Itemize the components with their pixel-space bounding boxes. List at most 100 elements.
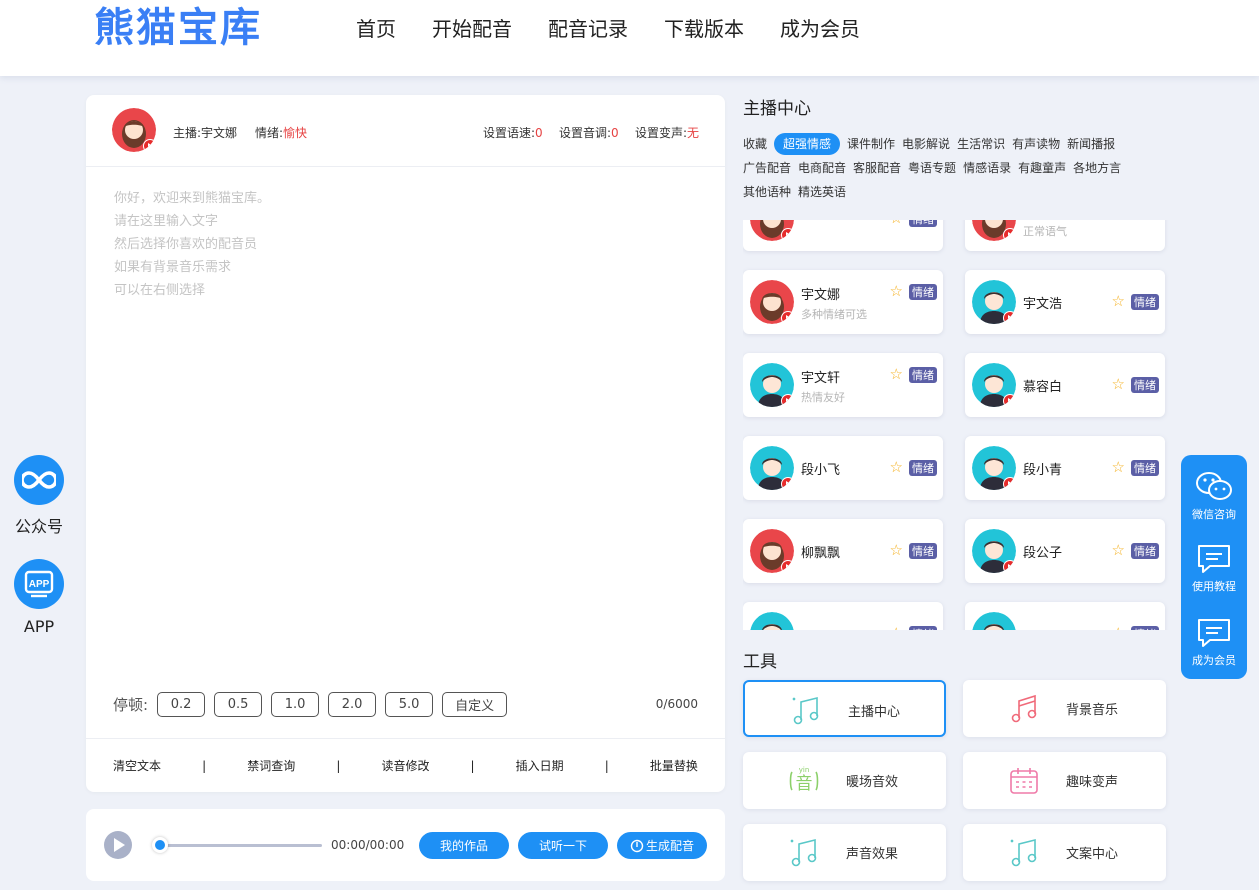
star-icon[interactable]: ☆ [890, 284, 903, 299]
anchor-avatar[interactable] [750, 529, 794, 573]
play-icon[interactable] [143, 139, 156, 152]
pause-1-0-button[interactable]: 1.0 [271, 692, 320, 717]
tool-sound-effects[interactable]: 声音效果 [743, 824, 946, 881]
category-other-languages[interactable]: 其他语种 [743, 180, 791, 204]
app-button[interactable]: APP APP [0, 559, 78, 636]
nav-home[interactable]: 首页 [356, 16, 396, 42]
my-works-button[interactable]: 我的作品 [419, 832, 509, 859]
category-favorites[interactable]: 收藏 [743, 132, 767, 156]
pause-0-2-button[interactable]: 0.2 [157, 692, 206, 717]
pause-custom-button[interactable]: 自定义 [442, 692, 508, 717]
play-icon[interactable] [781, 560, 794, 573]
star-icon[interactable]: ☆ [1112, 460, 1125, 475]
category-customer-service[interactable]: 客服配音 [853, 156, 901, 180]
pause-2-0-button[interactable]: 2.0 [328, 692, 377, 717]
star-icon[interactable]: ☆ [890, 220, 903, 226]
anchor-card[interactable]: 正常语气 [965, 220, 1165, 251]
tutorial-button[interactable]: 使用教程 [1181, 543, 1247, 594]
progress-track[interactable] [158, 844, 322, 847]
logo[interactable]: 熊猫宝库 [94, 2, 262, 54]
play-icon[interactable] [1003, 228, 1016, 241]
anchor-card[interactable]: 宇文娜 多种情绪可选 ☆ 情绪 [743, 270, 943, 334]
anchor-avatar[interactable] [972, 280, 1016, 324]
anchor-card[interactable]: ☆ 情绪 [743, 602, 943, 630]
anchor-avatar[interactable] [972, 612, 1016, 630]
tool-copywriting-center[interactable]: 文案中心 [963, 824, 1166, 881]
star-icon[interactable]: ☆ [1112, 626, 1125, 631]
anchor-card[interactable]: 宇文浩 ☆ 情绪 [965, 270, 1165, 334]
play-icon[interactable] [781, 477, 794, 490]
generate-button[interactable]: 生成配音 [617, 832, 707, 859]
anchor-avatar[interactable] [750, 612, 794, 630]
anchor-card[interactable]: 段小飞 ☆ 情绪 [743, 436, 943, 500]
category-super-emotion[interactable]: 超强情感 [774, 133, 841, 155]
category-cantonese[interactable]: 粤语专题 [908, 156, 956, 180]
star-icon[interactable]: ☆ [890, 626, 903, 631]
insert-date-button[interactable]: 插入日期 [516, 757, 564, 774]
category-child-voice[interactable]: 有趣童声 [1018, 156, 1066, 180]
anchor-card[interactable]: 慕容白 ☆ 情绪 [965, 353, 1165, 417]
category-movie-commentary[interactable]: 电影解说 [902, 132, 950, 156]
anchor-avatar[interactable] [972, 220, 1016, 241]
become-member-button[interactable]: 成为会员 [1181, 617, 1247, 668]
tool-anchor-center[interactable]: 主播中心 [743, 680, 946, 737]
voice-change-setting[interactable]: 设置变声:无 [635, 124, 699, 141]
nav-download[interactable]: 下载版本 [664, 16, 744, 42]
category-audiobook[interactable]: 有声读物 [1012, 132, 1060, 156]
play-icon[interactable] [781, 311, 794, 324]
tool-background-music[interactable]: 背景音乐 [963, 680, 1166, 737]
text-input-area[interactable]: 你好，欢迎来到熊猫宝库。 请在这里输入文字 然后选择你喜欢的配音员 如果有背景音… [114, 187, 270, 302]
batch-replace-button[interactable]: 批量替换 [650, 757, 698, 774]
star-icon[interactable]: ☆ [1112, 543, 1125, 558]
anchor-avatar[interactable] [972, 363, 1016, 407]
anchor-card[interactable]: 柳飘飘 ☆ 情绪 [743, 519, 943, 583]
pitch-setting[interactable]: 设置音调:0 [559, 124, 619, 141]
anchor-avatar[interactable] [972, 529, 1016, 573]
anchor-card[interactable]: 段公子 ☆ 情绪 [965, 519, 1165, 583]
banned-words-button[interactable]: 禁词查询 [247, 757, 295, 774]
nav-start-dubbing[interactable]: 开始配音 [432, 16, 512, 42]
wechat-consult-button[interactable]: 微信咨询 [1181, 469, 1247, 522]
play-icon[interactable] [1003, 477, 1016, 490]
pause-5-0-button[interactable]: 5.0 [385, 692, 434, 717]
speed-setting[interactable]: 设置语速:0 [483, 124, 543, 141]
progress-handle[interactable] [152, 837, 168, 853]
anchor-card[interactable]: 宇文轩 热情友好 ☆ 情绪 [743, 353, 943, 417]
anchor-avatar[interactable] [750, 363, 794, 407]
pause-0-5-button[interactable]: 0.5 [214, 692, 263, 717]
pronunciation-edit-button[interactable]: 读音修改 [381, 757, 429, 774]
category-emotional-quotes[interactable]: 情感语录 [963, 156, 1011, 180]
preview-button[interactable]: 试听一下 [518, 832, 608, 859]
category-ecommerce[interactable]: 电商配音 [798, 156, 846, 180]
nav-dubbing-records[interactable]: 配音记录 [548, 16, 628, 42]
anchor-card[interactable]: ☆ 情绪 [965, 602, 1165, 630]
category-advertising[interactable]: 广告配音 [743, 156, 791, 180]
star-icon[interactable]: ☆ [890, 460, 903, 475]
star-icon[interactable]: ☆ [890, 367, 903, 382]
anchor-avatar[interactable] [112, 108, 156, 152]
play-button[interactable] [104, 831, 132, 859]
play-icon[interactable] [1003, 560, 1016, 573]
category-english[interactable]: 精选英语 [798, 180, 846, 204]
nav-membership[interactable]: 成为会员 [780, 16, 860, 42]
play-icon[interactable] [1003, 394, 1016, 407]
star-icon[interactable]: ☆ [890, 543, 903, 558]
anchor-list[interactable]: ☆情绪正常语气宇文娜多种情绪可选☆情绪宇文浩☆情绪宇文轩热情友好☆情绪慕容白☆情… [743, 220, 1173, 630]
clear-text-button[interactable]: 清空文本 [113, 757, 161, 774]
anchor-avatar[interactable] [750, 446, 794, 490]
play-icon[interactable] [781, 394, 794, 407]
tool-fun-voice-change[interactable]: 趣味变声 [963, 752, 1166, 809]
anchor-card[interactable]: ☆ 情绪 [743, 220, 943, 251]
current-emotion[interactable]: 情绪:愉快 [255, 124, 307, 141]
category-dialects[interactable]: 各地方言 [1073, 156, 1121, 180]
category-life-tips[interactable]: 生活常识 [957, 132, 1005, 156]
category-news[interactable]: 新闻播报 [1067, 132, 1115, 156]
anchor-avatar[interactable] [750, 220, 794, 241]
category-courseware[interactable]: 课件制作 [847, 132, 895, 156]
star-icon[interactable]: ☆ [1112, 377, 1125, 392]
official-account-button[interactable]: 公众号 [0, 455, 78, 537]
anchor-avatar[interactable] [972, 446, 1016, 490]
play-icon[interactable] [781, 228, 794, 241]
tool-warmup-sound[interactable]: 音 yin 暖场音效 [743, 752, 946, 809]
anchor-card[interactable]: 段小青 ☆ 情绪 [965, 436, 1165, 500]
